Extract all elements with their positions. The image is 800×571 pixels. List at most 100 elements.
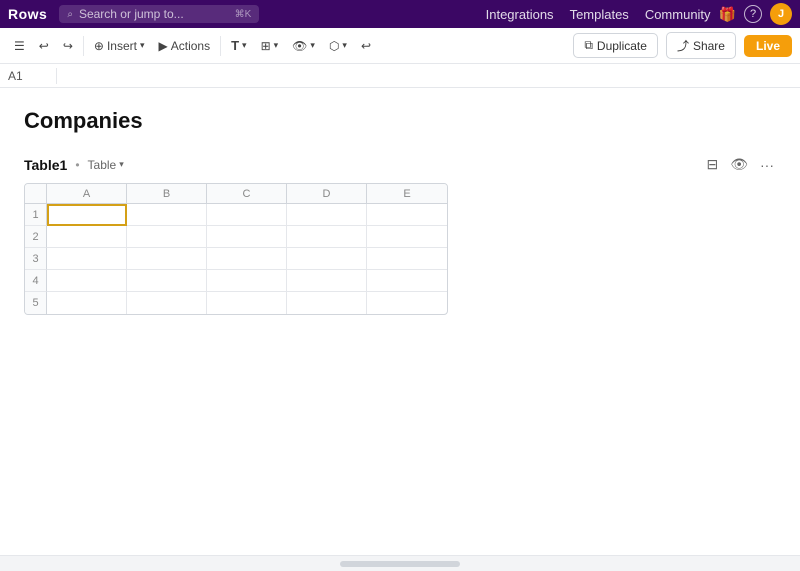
grid-chevron: ▾ — [274, 40, 279, 51]
cell-e5[interactable] — [367, 292, 447, 314]
row-num-1: 1 — [25, 204, 47, 226]
share-icon: ⤴ — [677, 37, 689, 54]
table-type-selector[interactable]: Table ▾ — [88, 158, 124, 172]
help-icon[interactable]: ? — [744, 5, 762, 23]
cell-c1[interactable] — [207, 204, 287, 226]
insert-label: Insert — [107, 39, 137, 53]
cell-c4[interactable] — [207, 270, 287, 292]
grid-icon: ⊞ — [261, 39, 271, 53]
cell-e2[interactable] — [367, 226, 447, 248]
nav-community[interactable]: Community — [645, 7, 711, 22]
cell-d2[interactable] — [287, 226, 367, 248]
table-row: 4 — [25, 270, 447, 292]
search-box[interactable]: ⌕ Search or jump to... ⌘K — [59, 5, 259, 23]
more-button[interactable]: ↩ — [355, 36, 377, 56]
cell-b2[interactable] — [127, 226, 207, 248]
table-more-button[interactable]: ··· — [758, 155, 776, 175]
cell-b3[interactable] — [127, 248, 207, 270]
duplicate-icon: ⧉ — [584, 38, 593, 53]
filter-button[interactable]: ⊟ — [704, 154, 720, 175]
table-row: 3 — [25, 248, 447, 270]
col-header-c[interactable]: C — [207, 184, 287, 204]
table-row: 2 — [25, 226, 447, 248]
col-header-b[interactable]: B — [127, 184, 207, 204]
duplicate-label: Duplicate — [597, 39, 647, 53]
undo-button[interactable]: ↩ — [33, 36, 55, 56]
insert-chevron: ▾ — [140, 40, 145, 51]
nav-templates[interactable]: Templates — [570, 7, 629, 22]
user-avatar[interactable]: J — [770, 3, 792, 25]
cell-a2[interactable] — [47, 226, 127, 248]
sidebar-toggle-button[interactable]: ☰ — [8, 36, 31, 56]
text-format-button[interactable]: T ▾ — [225, 35, 252, 56]
share-label: Share — [693, 39, 725, 53]
cell-c5[interactable] — [207, 292, 287, 314]
table-name: Table1 — [24, 157, 67, 173]
cell-c2[interactable] — [207, 226, 287, 248]
cell-d4[interactable] — [287, 270, 367, 292]
live-button[interactable]: Live — [744, 35, 792, 57]
toolbar-divider-2 — [220, 36, 221, 56]
nav-integrations[interactable]: Integrations — [486, 7, 554, 22]
insert-button[interactable]: ⊕ Insert ▾ — [88, 36, 151, 56]
cell-a5[interactable] — [47, 292, 127, 314]
cell-e1[interactable] — [367, 204, 447, 226]
col-header-a[interactable]: A — [47, 184, 127, 204]
cell-c3[interactable] — [207, 248, 287, 270]
table-type-chevron: ▾ — [119, 159, 124, 170]
eye-chevron: ▾ — [310, 40, 315, 51]
page-title: Companies — [24, 108, 776, 134]
text-icon: T — [231, 38, 239, 53]
chart-button[interactable]: ⬡ ▾ — [323, 36, 353, 56]
cell-d1[interactable] — [287, 204, 367, 226]
cell-b1[interactable] — [127, 204, 207, 226]
topbar: Rows ⌕ Search or jump to... ⌘K Integrati… — [0, 0, 800, 28]
cell-reference: A1 — [8, 69, 48, 83]
column-headers: A B C D E — [25, 184, 447, 204]
bottom-scrollbar-area — [0, 555, 800, 571]
actions-icon: ▶ — [159, 39, 168, 53]
cell-d3[interactable] — [287, 248, 367, 270]
cell-a1[interactable] — [47, 204, 127, 226]
cell-b4[interactable] — [127, 270, 207, 292]
table-header: Table1 • Table ▾ ⊟ 👁 ··· — [24, 154, 776, 175]
eye-icon: 👁 — [292, 39, 307, 53]
eye-button[interactable]: 👁 ▾ — [286, 36, 321, 56]
table-more-icon: ··· — [760, 157, 774, 173]
col-header-d[interactable]: D — [287, 184, 367, 204]
visibility-icon: 👁 — [730, 156, 748, 172]
cell-e3[interactable] — [367, 248, 447, 270]
cell-d5[interactable] — [287, 292, 367, 314]
select-all-checkbox[interactable] — [25, 184, 46, 203]
spreadsheet: A B C D E 1 2 3 — [24, 183, 448, 315]
actions-button[interactable]: ▶ Actions — [153, 36, 217, 56]
redo-button[interactable]: ↪ — [57, 36, 79, 56]
cell-a3[interactable] — [47, 248, 127, 270]
cell-e4[interactable] — [367, 270, 447, 292]
duplicate-button[interactable]: ⧉ Duplicate — [573, 33, 658, 58]
cellref-divider — [56, 68, 57, 84]
search-shortcut: ⌘K — [235, 9, 252, 20]
col-header-e[interactable]: E — [367, 184, 447, 204]
undo-icon: ↩ — [39, 39, 49, 53]
app-logo: Rows — [8, 6, 47, 22]
gift-icon[interactable]: 🎁 — [719, 6, 736, 23]
row-num-header — [25, 184, 47, 204]
row-num-4: 4 — [25, 270, 47, 292]
share-button[interactable]: ⤴ Share — [666, 32, 736, 59]
redo-icon: ↪ — [63, 39, 73, 53]
table-row: 5 — [25, 292, 447, 314]
cell-a4[interactable] — [47, 270, 127, 292]
toolbar-right: ⧉ Duplicate ⤴ Share Live — [573, 32, 792, 59]
visibility-button[interactable]: 👁 — [728, 154, 750, 175]
insert-icon: ⊕ — [94, 39, 104, 53]
chart-icon: ⬡ — [329, 39, 339, 53]
grid-button[interactable]: ⊞ ▾ — [255, 36, 285, 56]
table-actions: ⊟ 👁 ··· — [704, 154, 776, 175]
actions-label: Actions — [171, 39, 210, 53]
table-type-label: Table — [88, 158, 117, 172]
toolbar: ☰ ↩ ↪ ⊕ Insert ▾ ▶ Actions T ▾ ⊞ ▾ 👁 ▾ ⬡… — [0, 28, 800, 64]
horizontal-scrollbar[interactable] — [340, 561, 460, 567]
cell-b5[interactable] — [127, 292, 207, 314]
chart-chevron: ▾ — [342, 40, 347, 51]
